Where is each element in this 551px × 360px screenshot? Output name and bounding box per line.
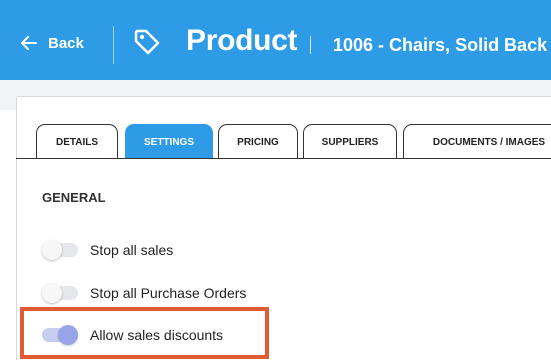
tag-icon xyxy=(134,29,160,55)
header-divider xyxy=(113,26,114,64)
app-frame: Back Product 1006 - Chairs, Solid Back D… xyxy=(0,0,551,360)
page-title: Product xyxy=(186,24,298,57)
tab-suppliers[interactable]: SUPPLIERS xyxy=(303,124,397,159)
toggle-knob xyxy=(42,240,62,260)
toggle-label: Stop all Purchase Orders xyxy=(90,285,247,301)
tab-documents-images[interactable]: DOCUMENTS / IMAGES xyxy=(403,124,551,159)
back-label: Back xyxy=(48,34,84,52)
toggle-knob xyxy=(42,283,62,303)
section-title-general: GENERAL xyxy=(42,190,106,205)
toggle-row-stop-purchase-orders[interactable]: Stop all Purchase Orders xyxy=(42,281,246,305)
arrow-left-icon xyxy=(21,36,37,50)
stop-purchase-orders-toggle[interactable] xyxy=(42,283,78,303)
tab-details[interactable]: DETAILS xyxy=(36,124,118,159)
tab-settings[interactable]: SETTINGS xyxy=(125,124,213,159)
header-bar: Back Product 1006 - Chairs, Solid Back xyxy=(0,0,551,80)
stop-sales-toggle[interactable] xyxy=(42,240,78,260)
highlight-box xyxy=(20,307,269,359)
toggle-row-stop-sales[interactable]: Stop all sales xyxy=(42,238,173,262)
toggle-label: Stop all sales xyxy=(90,242,174,258)
title-separator xyxy=(310,36,311,54)
product-subtitle: 1006 - Chairs, Solid Back xyxy=(333,35,548,55)
tab-baseline xyxy=(16,158,551,159)
tab-pricing[interactable]: PRICING xyxy=(218,124,298,159)
back-button[interactable]: Back xyxy=(20,34,84,52)
